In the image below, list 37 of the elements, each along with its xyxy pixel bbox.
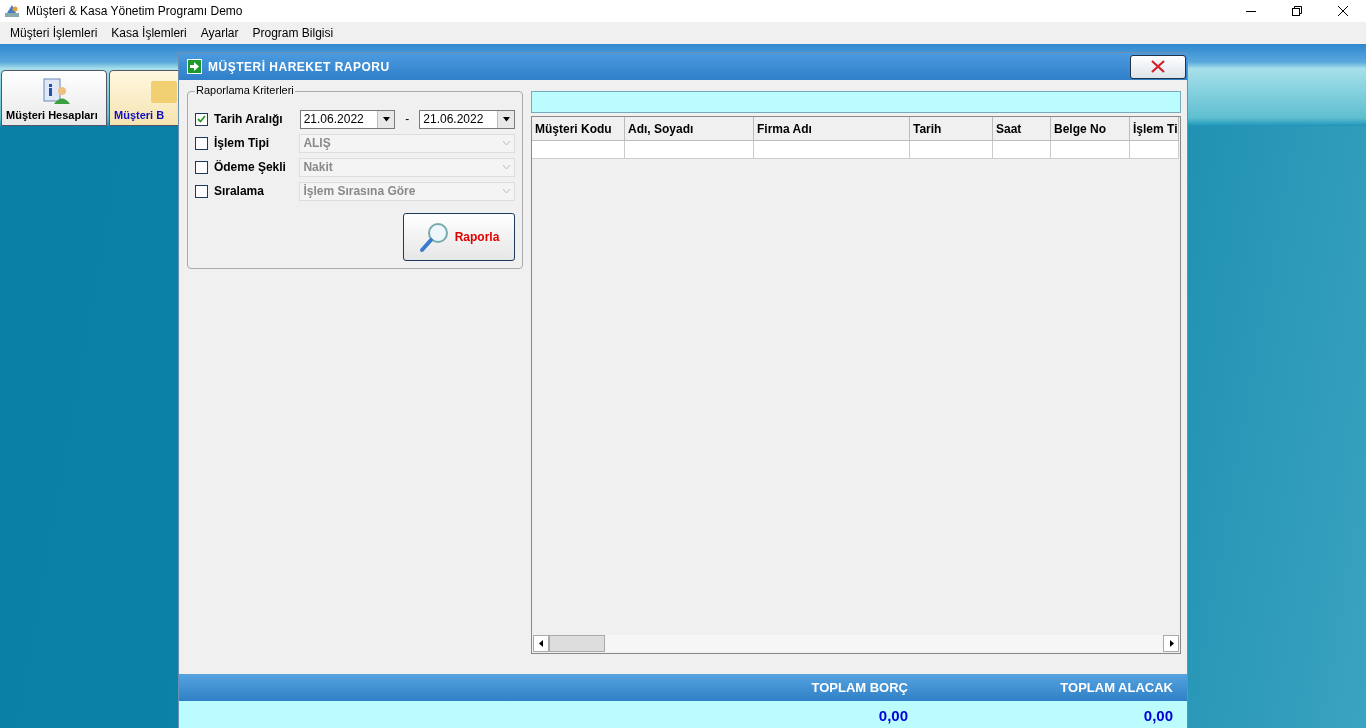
dropdown-arrow-icon (501, 116, 511, 122)
menu-item[interactable]: Müşteri İşlemleri (3, 26, 105, 40)
checkbox[interactable] (195, 184, 208, 198)
dropdown-arrow-icon (381, 116, 391, 122)
arrow-right-icon (187, 59, 202, 74)
date-field[interactable]: 21.06.2022 (419, 109, 515, 129)
total-label: TOPLAM BORÇ (811, 679, 908, 697)
magnifier-icon (418, 221, 451, 253)
checkbox[interactable] (195, 160, 208, 174)
menu-item[interactable]: Kasa İşlemleri (104, 26, 194, 40)
criteria-label: Ödeme Şekli (213, 160, 287, 174)
group-legend: Raporlama Kriterleri (195, 84, 295, 96)
criteria-label: Sıralama (213, 184, 265, 198)
scroll-thumb[interactable] (549, 635, 605, 652)
table-cell (1130, 141, 1179, 159)
scroll-right-icon[interactable] (1168, 640, 1174, 647)
range-separator: - (404, 112, 411, 126)
menu-item[interactable]: Program Bilgisi (245, 26, 341, 40)
toolbar-button[interactable]: Müşteri Hesapları (1, 70, 107, 126)
table-cell (993, 141, 1051, 159)
criteria-label: İşlem Tipi (213, 136, 271, 150)
checkbox[interactable] (195, 112, 208, 126)
menu-item[interactable]: Ayarlar (193, 26, 246, 40)
window-title: Müşteri & Kasa Yönetim Programı Demo (26, 4, 244, 18)
total-value: 0,00 (1143, 706, 1173, 726)
report-button[interactable]: Raporla (403, 213, 515, 261)
total-value: 0,00 (878, 706, 908, 726)
close-icon (1151, 60, 1165, 73)
horizontal-scrollbar[interactable] (533, 635, 1179, 652)
customer-info-icon (41, 77, 71, 105)
total-label: TOPLAM ALACAK (1060, 679, 1173, 697)
checkbox[interactable] (195, 136, 208, 150)
date-field[interactable]: 21.06.2022 (299, 109, 396, 129)
app-icon (4, 4, 20, 18)
close-button[interactable] (1130, 54, 1186, 79)
criteria-label: Tarih Aralığı (213, 112, 284, 126)
scroll-left-icon[interactable] (538, 640, 544, 647)
